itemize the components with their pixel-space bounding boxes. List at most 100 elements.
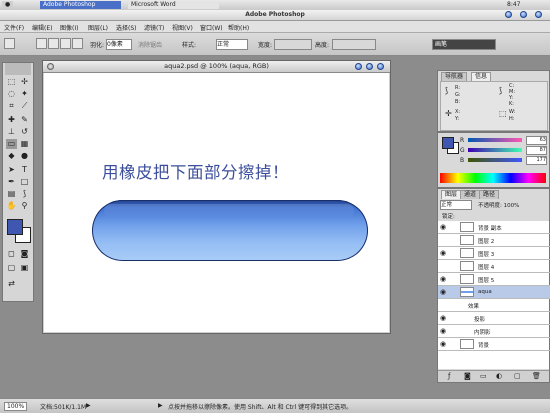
document-title-bar[interactable]: aqua2.psd @ 100% (aqua, RGB) xyxy=(43,61,390,73)
foreground-color-swatch[interactable] xyxy=(7,219,23,235)
visibility-icon[interactable]: ◉ xyxy=(440,224,448,231)
menu-filter[interactable]: 滤镜(T) xyxy=(144,23,164,32)
layer-row-selected[interactable]: ◉ aqua xyxy=(438,286,550,299)
layer-row[interactable]: ◉ 背景 xyxy=(438,338,550,351)
visibility-icon[interactable]: ◉ xyxy=(440,250,448,257)
slider-g[interactable] xyxy=(468,148,522,152)
width-input[interactable] xyxy=(274,39,312,50)
menu-help[interactable]: 帮助(H) xyxy=(228,23,249,32)
visibility-icon[interactable]: ◉ xyxy=(440,289,448,296)
fullscreen-mode-icon[interactable]: ▣ xyxy=(19,263,30,273)
standard-mode-icon[interactable]: ◻ xyxy=(6,249,17,259)
layer-mask-icon[interactable]: ◙ xyxy=(464,372,471,380)
gradient-tool-icon[interactable]: ▦ xyxy=(19,139,30,149)
image-canvas[interactable]: 用橡皮把下面部分擦掉！ xyxy=(44,73,389,332)
tab-layers[interactable]: 图层 xyxy=(441,190,462,199)
healing-brush-icon[interactable]: ✚ xyxy=(6,115,17,125)
maximize-button[interactable] xyxy=(520,11,527,18)
brushes-palette-well[interactable]: 画笔 xyxy=(432,39,496,50)
style-select[interactable]: 正常 xyxy=(216,39,248,50)
apple-icon[interactable]: ● xyxy=(2,1,14,9)
dodge-tool-icon[interactable]: ● xyxy=(19,151,30,161)
value-g[interactable]: 87 xyxy=(526,146,547,155)
layer-row[interactable]: ◉ 图层 3 xyxy=(438,247,550,260)
value-b[interactable]: 177 xyxy=(526,156,547,165)
blend-mode-select[interactable]: 正常 xyxy=(440,200,472,210)
visibility-icon[interactable] xyxy=(440,263,448,270)
visibility-icon[interactable]: ◉ xyxy=(440,315,448,322)
close-button[interactable] xyxy=(535,11,542,18)
document-minimize-button[interactable] xyxy=(355,63,362,70)
marquee-preset-button[interactable] xyxy=(4,38,15,49)
lasso-tool-icon[interactable]: ◌ xyxy=(6,89,17,99)
notes-tool-icon[interactable]: ▤ xyxy=(6,189,17,199)
slider-r[interactable] xyxy=(468,138,522,142)
magic-wand-icon[interactable]: ✦ xyxy=(19,89,30,99)
tab-channels[interactable]: 通道 xyxy=(460,190,481,199)
layer-style-icon[interactable]: ƒ xyxy=(448,372,450,380)
value-r[interactable]: 63 xyxy=(526,136,547,145)
slice-tool-icon[interactable]: ⟋ xyxy=(19,101,30,111)
taskbar-tab-word[interactable]: Microsoft Word xyxy=(128,1,219,9)
history-brush-icon[interactable]: ↺ xyxy=(19,127,30,137)
adjustment-layer-icon[interactable]: ◐ xyxy=(496,372,502,380)
menu-window[interactable]: 窗口(W) xyxy=(200,23,223,32)
antialias-checkbox[interactable]: 消除锯齿 xyxy=(138,40,162,49)
feather-input[interactable]: 0像素 xyxy=(106,39,132,50)
layer-effects-row[interactable]: 效果 xyxy=(438,299,550,312)
trash-icon[interactable]: 🗑 xyxy=(532,372,541,380)
tab-info[interactable]: 信息 xyxy=(471,72,492,81)
opacity-field[interactable]: 不透明度: 100% xyxy=(478,201,519,209)
color-panel-foreground[interactable] xyxy=(442,137,454,149)
document-maximize-button[interactable] xyxy=(366,63,373,70)
minimize-button[interactable] xyxy=(505,11,512,18)
jump-to-imageready-icon[interactable]: ⇄ xyxy=(6,279,17,289)
layer-row[interactable]: 图层 4 xyxy=(438,260,550,273)
slider-b[interactable] xyxy=(468,158,522,162)
zoom-tool-icon[interactable]: ⚲ xyxy=(19,201,30,211)
shape-tool-icon[interactable]: □ xyxy=(19,177,30,187)
type-tool-icon[interactable]: T xyxy=(19,165,30,175)
visibility-icon[interactable]: ◉ xyxy=(440,341,448,348)
layer-effect-row[interactable]: ◉ 投影 xyxy=(438,312,550,325)
layer-row[interactable]: ◉ 背景 副本 xyxy=(438,221,550,234)
clone-stamp-icon[interactable]: ⊥ xyxy=(6,127,17,137)
intersect-selection-button[interactable] xyxy=(72,38,83,49)
menu-select[interactable]: 选择(S) xyxy=(116,23,137,32)
marquee-tool-icon[interactable]: ⬚ xyxy=(6,77,17,87)
layer-row[interactable]: 图层 2 xyxy=(438,234,550,247)
taskbar-tab-photoshop[interactable]: Adobe Photoshop xyxy=(40,1,121,9)
eyedropper-icon[interactable]: ⟆ xyxy=(19,189,30,199)
new-layer-icon[interactable]: ▢ xyxy=(514,372,521,380)
color-spectrum-bar[interactable] xyxy=(440,173,546,183)
height-input[interactable] xyxy=(332,39,376,50)
status-arrow-icon[interactable]: ▶ xyxy=(86,402,91,409)
path-select-icon[interactable]: ➤ xyxy=(6,165,17,175)
pen-tool-icon[interactable]: ✒ xyxy=(6,177,17,187)
tab-paths[interactable]: 路径 xyxy=(479,190,500,199)
tab-navigator[interactable]: 导航器 xyxy=(441,72,468,81)
visibility-icon[interactable] xyxy=(440,237,448,244)
menu-view[interactable]: 视图(V) xyxy=(172,23,193,32)
brush-tool-icon[interactable]: ✎ xyxy=(19,115,30,125)
document-close-button[interactable] xyxy=(377,63,384,70)
quickmask-mode-icon[interactable]: ◙ xyxy=(19,249,30,259)
menu-image[interactable]: 图像(I) xyxy=(60,23,78,32)
layer-set-icon[interactable]: ▭ xyxy=(480,372,487,380)
subtract-selection-button[interactable] xyxy=(60,38,71,49)
move-tool-icon[interactable]: ✢ xyxy=(19,77,30,87)
menu-layer[interactable]: 图层(L) xyxy=(88,23,108,32)
zoom-field[interactable]: 100% xyxy=(4,402,28,411)
menu-file[interactable]: 文件(F) xyxy=(4,23,24,32)
screen-mode-icon[interactable]: ▢ xyxy=(6,263,17,273)
crop-tool-icon[interactable]: ⌗ xyxy=(6,101,17,111)
hand-tool-icon[interactable]: ✋ xyxy=(6,201,17,211)
eraser-tool-icon[interactable]: ▭ xyxy=(6,139,17,149)
new-selection-button[interactable] xyxy=(36,38,47,49)
blur-tool-icon[interactable]: ◆ xyxy=(6,151,17,161)
visibility-icon[interactable]: ◉ xyxy=(440,328,448,335)
menu-edit[interactable]: 编辑(E) xyxy=(32,23,52,32)
add-selection-button[interactable] xyxy=(48,38,59,49)
visibility-icon[interactable]: ◉ xyxy=(440,276,448,283)
layer-row[interactable]: ◉ 图层 5 xyxy=(438,273,550,286)
